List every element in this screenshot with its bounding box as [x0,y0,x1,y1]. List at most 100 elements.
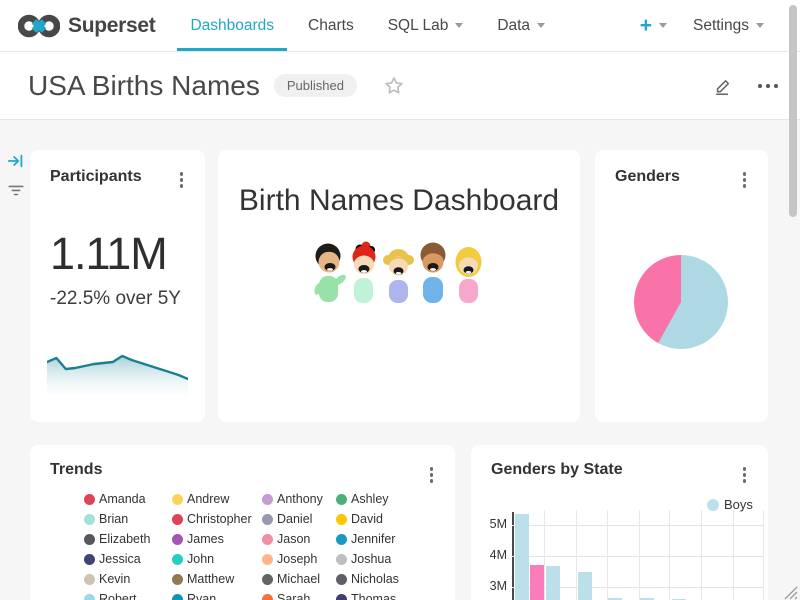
legend-label: Kevin [99,572,130,586]
resize-handle-icon[interactable] [782,584,798,600]
legend-label: Elizabeth [99,532,150,546]
big-number-value: 1.11M [50,228,185,280]
legend-item[interactable]: John [172,549,262,569]
nav-item-data[interactable]: Data [480,0,562,51]
new-item-menu[interactable]: + [640,15,667,36]
legend-label: Brian [99,512,128,526]
nav-item-label: Charts [308,17,354,35]
legend-item[interactable]: David [336,509,426,529]
legend-item[interactable]: James [172,529,262,549]
legend-item[interactable]: Andrew [172,489,262,509]
more-options-icon[interactable] [178,170,186,190]
legend-dot [172,594,183,600]
navbar: Superset Dashboards Charts SQL Lab Data + S… [0,0,800,52]
legend-label: Anthony [277,492,323,506]
legend-item[interactable]: Brian [84,509,172,529]
participants-sparkline-chart[interactable] [47,338,188,400]
gridline [733,510,734,600]
gridline [512,556,763,557]
plus-icon: + [640,15,652,36]
legend-label: Amanda [99,492,146,506]
published-badge[interactable]: Published [274,74,357,97]
legend-item[interactable]: Ryan [172,589,262,600]
bar[interactable] [546,566,560,600]
legend-item[interactable]: Elizabeth [84,529,172,549]
gridline [669,510,670,600]
legend-label: Michael [277,572,320,586]
vertical-scrollbar[interactable] [789,5,797,217]
chart-title: Participants [50,168,185,186]
legend-item[interactable]: Joseph [262,549,336,569]
superset-logo[interactable]: Superset [18,0,155,51]
legend-item[interactable]: Jason [262,529,336,549]
edit-pencil-icon[interactable] [712,75,734,97]
legend-dot [336,534,347,545]
legend-dot [336,494,347,505]
legend-item[interactable]: Christopher [172,509,262,529]
more-options-icon[interactable] [428,465,436,485]
legend-item[interactable]: Daniel [262,509,336,529]
nav-item-sql-lab[interactable]: SQL Lab [371,0,481,51]
legend-dot [336,554,347,565]
legend-dot [84,594,95,600]
legend-dot [336,594,347,600]
chevron-down-icon [659,23,667,28]
big-number-subheader: -22.5% over 5Y [50,288,185,310]
legend-item[interactable]: Amanda [84,489,172,509]
genders-by-state-bar-chart[interactable] [512,510,763,600]
legend-item[interactable]: Matthew [172,569,262,589]
more-options-icon[interactable] [741,465,749,485]
legend-item[interactable]: Jennifer [336,529,426,549]
gridline [701,510,702,600]
y-axis-tick-label: 4M [479,548,507,562]
settings-menu[interactable]: Settings [693,17,764,35]
legend-dot [336,574,347,585]
legend-label: Daniel [277,512,312,526]
bar[interactable] [515,514,529,600]
nav-item-label: Dashboards [190,17,274,35]
legend-label: Robert [99,592,137,600]
legend-item[interactable]: Kevin [84,569,172,589]
legend-label: Ryan [187,592,216,600]
navbar-right: + Settings [640,0,784,51]
legend-item[interactable]: Michael [262,569,336,589]
more-actions-icon[interactable] [758,84,778,88]
legend-item[interactable]: Sarah [262,589,336,600]
dashboard-header: USA Births Names Published [0,52,800,120]
bar[interactable] [530,565,544,600]
legend-item[interactable]: Joshua [336,549,426,569]
legend-label: Thomas [351,592,396,600]
nav-item-label: Data [497,17,530,35]
legend-item[interactable]: Jessica [84,549,172,569]
superset-infinity-icon [18,13,60,39]
chevron-down-icon [537,23,545,28]
superset-app: Superset Dashboards Charts SQL Lab Data + S… [0,0,800,600]
legend-dot [262,594,273,600]
genders-by-state-card: Genders by State Boys 5M4M3M [471,445,768,600]
legend-item[interactable]: Robert [84,589,172,600]
legend-dot [172,514,183,525]
legend-label: Jessica [99,552,141,566]
legend-dot [262,494,273,505]
legend-label: Ashley [351,492,389,506]
legend-item[interactable]: Nicholas [336,569,426,589]
nav-item-dashboards[interactable]: Dashboards [173,0,291,51]
legend-dot [84,494,95,505]
legend-dot [84,574,95,585]
genders-pie-chart[interactable] [634,255,728,349]
gridline [512,525,763,526]
legend-item[interactable]: Ashley [336,489,426,509]
legend-dot [172,494,183,505]
children-illustration [310,240,488,308]
favorite-star-icon[interactable] [383,75,405,97]
nav-item-charts[interactable]: Charts [291,0,371,51]
more-options-icon[interactable] [741,170,749,190]
dashboard-grid: Participants 1.11M -22.5% over 5Y Birth … [0,120,800,600]
legend-item[interactable]: Anthony [262,489,336,509]
chart-title: Genders by State [491,461,748,479]
gridline [639,510,640,600]
legend-item[interactable]: Thomas [336,589,426,600]
bar[interactable] [578,572,592,600]
filter-icon[interactable] [7,181,25,204]
expand-filter-bar-icon[interactable] [7,152,25,175]
